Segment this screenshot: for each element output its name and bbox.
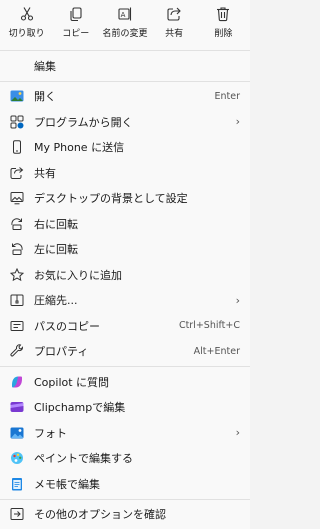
edit-in-clipchamp-menu-item[interactable]: Clipchampで編集	[0, 395, 250, 421]
edit-group: 編集	[0, 51, 250, 81]
edit-in-paint-label: ペイントで編集する	[34, 452, 133, 466]
chevron-right-icon: ›	[235, 293, 240, 307]
rotate-left-label: 左に回転	[34, 243, 78, 257]
send-to-phone-label: My Phone に送信	[34, 141, 125, 155]
zip-folder-icon	[10, 293, 24, 307]
rotate-right-menu-item[interactable]: 右に回転	[0, 211, 250, 237]
edit-in-clipchamp-label: Clipchampで編集	[34, 401, 126, 415]
copy-path-menu-item[interactable]: パスのコピー Ctrl+Shift+C	[0, 313, 250, 339]
open-label: 開く	[34, 90, 56, 104]
open-with-label: プログラムから開く	[34, 115, 133, 129]
rename-button[interactable]: A 名前の変更	[102, 4, 148, 44]
share-icon	[167, 7, 181, 21]
properties-shortcut: Alt+Enter	[193, 345, 240, 357]
share-button[interactable]: 共有	[151, 4, 197, 44]
paint-palette-icon	[10, 451, 24, 465]
chevron-right-icon: ›	[235, 426, 240, 440]
open-menu-item[interactable]: 開く Enter	[0, 84, 250, 110]
cut-button[interactable]: 切り取り	[4, 4, 50, 44]
edit-in-paint-menu-item[interactable]: ペイントで編集する	[0, 446, 250, 472]
more-options-icon	[10, 507, 24, 521]
clipchamp-icon	[10, 400, 24, 414]
apps-icon	[10, 115, 24, 129]
delete-label: 削除	[214, 29, 233, 39]
scissors-icon	[20, 7, 33, 21]
rename-label: 名前の変更	[102, 29, 148, 39]
share-icon	[10, 166, 24, 180]
photos-icon	[10, 426, 24, 440]
edit-in-notepad-menu-item[interactable]: メモ帳で編集	[0, 471, 250, 497]
properties-menu-item[interactable]: プロパティ Alt+Enter	[0, 339, 250, 365]
rotate-right-icon	[10, 217, 24, 231]
properties-label: プロパティ	[34, 345, 89, 359]
desktop-background-icon	[10, 191, 24, 205]
main-actions-group: 開く Enter プログラムから開く › My Phone に送信 共有 デスク…	[0, 82, 250, 367]
copy-path-icon	[10, 319, 24, 333]
rotate-left-icon	[10, 242, 24, 256]
share-label: 共有	[165, 29, 184, 39]
photos-label: フォト	[34, 426, 67, 440]
copilot-icon	[10, 375, 24, 389]
edit-label: 編集	[34, 59, 56, 73]
edit-menu-item[interactable]: 編集	[0, 53, 250, 79]
cut-label: 切り取り	[8, 29, 45, 39]
send-to-phone-menu-item[interactable]: My Phone に送信	[0, 135, 250, 161]
rename-icon: A	[118, 7, 132, 21]
delete-button[interactable]: 削除	[200, 4, 246, 44]
open-shortcut: Enter	[214, 90, 241, 102]
notepad-icon	[10, 477, 24, 491]
show-more-options-label: その他のオプションを確認	[34, 508, 166, 522]
share-label: 共有	[34, 166, 56, 180]
share-menu-item[interactable]: 共有	[0, 160, 250, 186]
copy-path-shortcut: Ctrl+Shift+C	[178, 320, 240, 332]
trash-icon	[217, 7, 230, 22]
set-wallpaper-menu-item[interactable]: デスクトップの背景として設定	[0, 186, 250, 212]
context-menu: 切り取り コピー A 名前の変更 共有 削除 編集 開く Enter プログラム…	[0, 0, 250, 529]
svg-text:A: A	[121, 11, 126, 19]
set-wallpaper-label: デスクトップの背景として設定	[34, 192, 188, 206]
apps-group: Copilot に質問 Clipchampで編集 フォト › ペイントで編集する	[0, 367, 250, 499]
wrench-icon	[10, 344, 24, 358]
ask-copilot-menu-item[interactable]: Copilot に質問	[0, 369, 250, 395]
add-to-favorites-label: お気に入りに追加	[34, 268, 122, 282]
photos-menu-item[interactable]: フォト ›	[0, 420, 250, 446]
rotate-right-label: 右に回転	[34, 217, 78, 231]
show-more-options-menu-item[interactable]: その他のオプションを確認	[0, 502, 250, 528]
add-to-favorites-menu-item[interactable]: お気に入りに追加	[0, 262, 250, 288]
copy-icon	[70, 7, 82, 22]
chevron-right-icon: ›	[235, 115, 240, 129]
phone-icon	[10, 140, 24, 154]
compress-to-label: 圧縮先...	[34, 294, 78, 308]
copy-label: コピー	[62, 29, 90, 39]
image-file-icon	[10, 89, 24, 103]
copy-path-label: パスのコピー	[34, 319, 100, 333]
blank-icon	[10, 59, 24, 73]
open-with-menu-item[interactable]: プログラムから開く ›	[0, 109, 250, 135]
ask-copilot-label: Copilot に質問	[34, 375, 110, 389]
copy-button[interactable]: コピー	[53, 4, 99, 44]
edit-in-notepad-label: メモ帳で編集	[34, 477, 100, 491]
more-options-group: その他のオプションを確認	[0, 500, 250, 529]
quick-action-toolbar: 切り取り コピー A 名前の変更 共有 削除	[0, 0, 250, 44]
rotate-left-menu-item[interactable]: 左に回転	[0, 237, 250, 263]
compress-to-menu-item[interactable]: 圧縮先... ›	[0, 288, 250, 314]
star-icon	[10, 267, 24, 282]
